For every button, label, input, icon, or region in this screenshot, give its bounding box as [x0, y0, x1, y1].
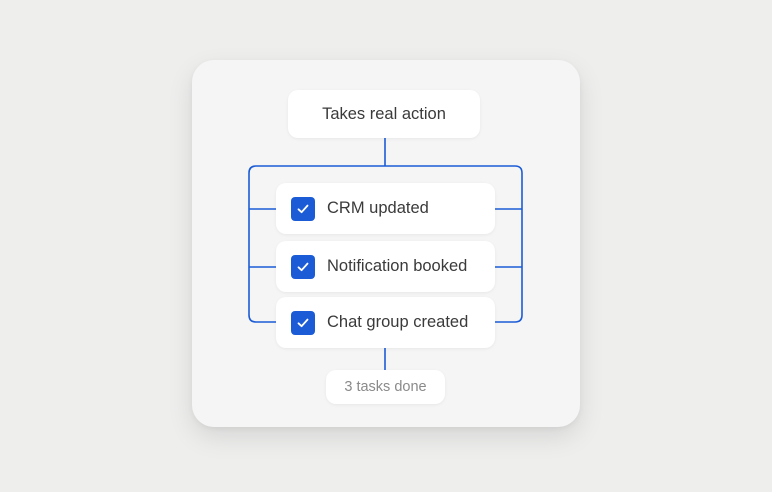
summary-label: 3 tasks done	[344, 379, 427, 395]
top-node: Takes real action	[288, 90, 480, 138]
checkbox-checked-icon	[291, 310, 315, 335]
summary-node: 3 tasks done	[326, 370, 445, 404]
top-node-label: Takes real action	[322, 104, 446, 123]
task-label: Chat group created	[327, 313, 469, 331]
task-node-notification: Notification booked	[276, 241, 495, 292]
checkbox-checked-icon	[291, 196, 315, 221]
task-node-crm: CRM updated	[276, 183, 495, 234]
task-label: Notification booked	[327, 257, 468, 275]
task-label: CRM updated	[327, 199, 429, 217]
task-node-chat-group: Chat group created	[276, 297, 495, 348]
checkbox-checked-icon	[291, 254, 315, 279]
